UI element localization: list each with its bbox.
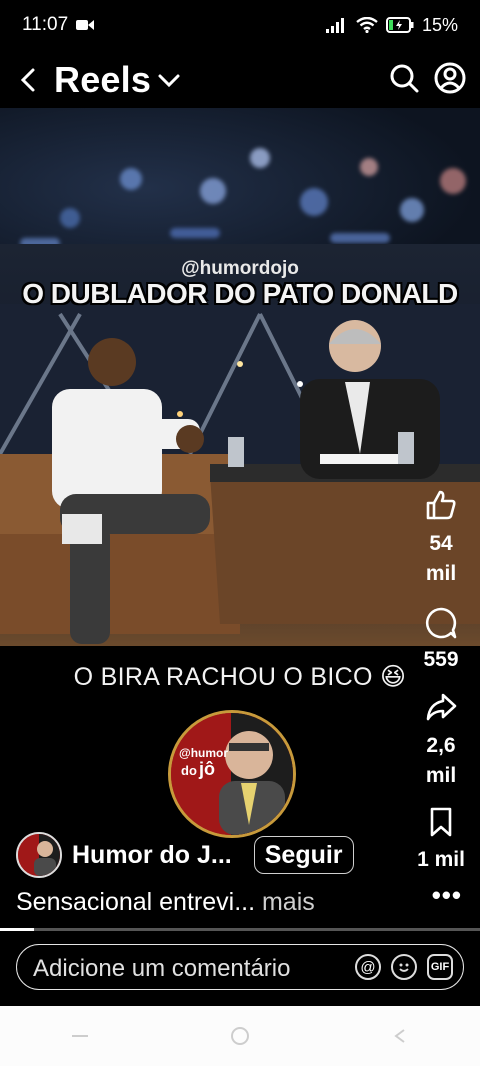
recents-icon[interactable] xyxy=(70,1026,90,1046)
comment-bubble-icon[interactable] xyxy=(424,606,458,645)
shares-unit: mil xyxy=(425,764,457,787)
likes-count: 54 xyxy=(429,532,453,555)
follow-button[interactable]: Seguir xyxy=(253,836,354,874)
search-icon[interactable] xyxy=(388,62,420,99)
profile-icon[interactable] xyxy=(434,62,466,99)
thumbs-up-icon[interactable] xyxy=(424,488,458,527)
likes-unit: mil xyxy=(425,562,457,585)
creator-avatar-large: @humor do jô xyxy=(168,710,296,838)
creator-avatar-small[interactable] xyxy=(16,832,62,878)
share-action[interactable]: 2,6 mil xyxy=(408,690,474,791)
back-nav-icon[interactable] xyxy=(390,1026,410,1046)
page-title[interactable]: Reels xyxy=(54,59,151,101)
reels-header: Reels xyxy=(0,52,480,108)
status-bar: 11:07 15% xyxy=(0,0,480,50)
more-options-icon[interactable]: ••• xyxy=(432,880,462,911)
video-headline: O DUBLADOR DO PATO DONALD xyxy=(22,278,458,309)
like-action[interactable]: 54 mil xyxy=(408,488,474,589)
talk-show-scene xyxy=(0,304,480,644)
video-watermark: @humordojo xyxy=(181,258,299,279)
avatar-text-2: do xyxy=(181,763,197,778)
chevron-down-icon[interactable] xyxy=(157,72,181,88)
mention-icon[interactable]: @ xyxy=(355,954,381,980)
comment-placeholder: Adicione um comentário xyxy=(33,955,291,982)
comment-action[interactable]: 559 xyxy=(408,606,474,675)
description-text: Sensacional entrevi... xyxy=(16,888,256,916)
share-arrow-icon[interactable] xyxy=(424,690,458,729)
home-icon[interactable] xyxy=(230,1026,250,1046)
comment-input[interactable]: Adicione um comentário @ GIF xyxy=(16,944,464,990)
avatar-text-1: @humor xyxy=(179,746,228,760)
playback-progress-fill xyxy=(0,928,34,931)
shares-count: 2,6 xyxy=(426,734,456,757)
signal-icon xyxy=(325,17,348,33)
creator-name[interactable]: Humor do J... xyxy=(72,841,232,870)
avatar-text-3: jô xyxy=(198,759,215,779)
battery-icon xyxy=(385,17,414,33)
status-time: 11:07 xyxy=(22,14,69,35)
more-link[interactable]: mais xyxy=(262,888,315,916)
reel-description[interactable]: Sensacional entrevi... mais xyxy=(16,888,315,917)
battery-percent: 15% xyxy=(421,14,458,35)
system-nav-bar xyxy=(0,1006,480,1066)
back-arrow-icon[interactable] xyxy=(14,66,42,94)
gif-icon[interactable]: GIF xyxy=(427,954,453,980)
playback-progress[interactable] xyxy=(0,928,480,931)
save-action[interactable]: 1 mil xyxy=(408,806,474,875)
account-row: Humor do J... Seguir xyxy=(16,832,354,878)
bookmark-icon[interactable] xyxy=(426,806,456,843)
emoji-icon[interactable] xyxy=(391,954,417,980)
comments-count: 559 xyxy=(423,648,459,671)
wifi-icon xyxy=(356,17,378,33)
saves-count: 1 mil xyxy=(417,848,465,871)
video-camera-icon xyxy=(76,18,95,32)
